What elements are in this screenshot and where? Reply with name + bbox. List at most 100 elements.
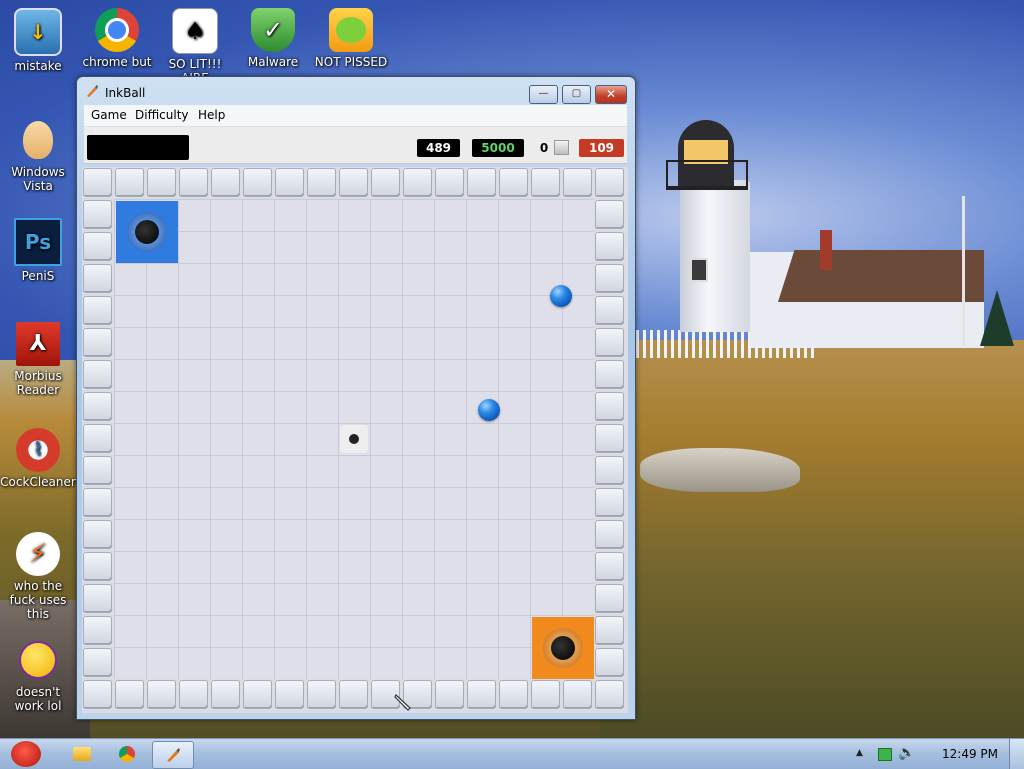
wall-tile [467, 680, 496, 709]
taskbar-inkball[interactable] [152, 741, 194, 769]
chrome-icon [119, 746, 135, 762]
wall-tile [595, 264, 624, 293]
wall-tile [83, 488, 112, 517]
wall-tile [83, 328, 112, 357]
game-board[interactable] [82, 167, 628, 713]
wallpaper-flagpole [962, 196, 965, 346]
desktop-icon-label: mistake [14, 59, 62, 73]
desktop-icon-not-pissed[interactable]: NOT PISSED [313, 8, 389, 69]
desktop-icon-morbius-reader[interactable]: ⅄ Morbius Reader [0, 322, 76, 397]
close-button[interactable]: ✕ [595, 85, 627, 104]
wall-tile [595, 296, 624, 325]
photoshop-icon: Ps [14, 218, 62, 266]
taskbar-explorer[interactable] [62, 741, 102, 767]
desktop-icon-label: NOT PISSED [314, 55, 388, 69]
egg-icon [16, 118, 60, 162]
wall-tile [595, 456, 624, 485]
wallpaper-roof [778, 250, 984, 302]
taskbar-chrome[interactable] [107, 741, 147, 767]
wall-tile [595, 232, 624, 261]
wall-tile [595, 584, 624, 613]
wallpaper-lighthouse [680, 180, 750, 332]
menu-bar: Game Difficulty Help [84, 105, 627, 127]
desktop-icon-cockcleaner[interactable]: ⌇ CockCleaner [0, 428, 76, 489]
pen-cursor-icon [394, 694, 411, 711]
explorer-folder-icon [73, 747, 91, 761]
menu-game[interactable]: Game [91, 108, 127, 122]
taskbar: ▲ 🔈 12:49 PM [0, 738, 1024, 769]
wall-tile [307, 680, 336, 709]
desktop-icon-label: CockCleaner [0, 475, 76, 489]
wall-tile [435, 168, 464, 197]
wallpaper-lighthouse-window [690, 258, 708, 282]
wall-tile [499, 168, 528, 197]
orange-hole [532, 617, 594, 679]
wall-tile [595, 168, 624, 197]
menu-difficulty[interactable]: Difficulty [135, 108, 189, 122]
system-tray: ▲ 🔈 12:49 PM [854, 739, 1024, 769]
inkball-window[interactable]: InkBall — ▢ ✕ Game Difficulty Help 489 5… [76, 76, 636, 720]
network-icon[interactable] [878, 748, 892, 761]
minimize-button[interactable]: — [529, 85, 558, 104]
pdf-reader-icon: ⅄ [16, 322, 60, 366]
maximize-button[interactable]: ▢ [562, 85, 591, 104]
desktop-icon-windows-vista[interactable]: Windows Vista [0, 118, 76, 193]
menu-help[interactable]: Help [198, 108, 225, 122]
status-toolbar: 489 5000 0 109 [84, 127, 627, 164]
wall-tile [339, 680, 368, 709]
wall-tile [339, 168, 368, 197]
desktop-icon-label: doesn't work lol [14, 685, 62, 713]
desktop-icon-label: PeniS [21, 269, 55, 283]
wall-tile [83, 360, 112, 389]
ball-queue-icon [554, 140, 569, 155]
wall-tile [595, 328, 624, 357]
desktop-icon-solitaire[interactable]: ♠ SO LIT!!! AIRE [157, 8, 233, 85]
desktop-icon-photoshop[interactable]: Ps PeniS [0, 218, 76, 283]
desktop-icon-chrome[interactable]: chrome but [79, 8, 155, 69]
solitaire-cards-icon: ♠ [172, 8, 218, 54]
wall-tile [531, 680, 560, 709]
wall-tile [83, 552, 112, 581]
wall-tile [595, 392, 624, 421]
wall-tile [563, 168, 592, 197]
wall-tile [83, 296, 112, 325]
wall-tile [595, 552, 624, 581]
tray-expand-icon[interactable]: ▲ [856, 748, 863, 758]
desktop-icon-yahoo[interactable]: doesn't work lol [0, 638, 76, 713]
window-title: InkBall [105, 86, 146, 100]
wall-tile [83, 392, 112, 421]
blue-ball [550, 285, 572, 307]
computer-monitor-icon: ↓ [14, 8, 62, 56]
desktop-icon-who-uses-this[interactable]: ⚡ who the fuck uses this [0, 532, 76, 621]
ball-spawner [340, 425, 368, 453]
volume-icon[interactable]: 🔈 [898, 745, 915, 761]
clock[interactable]: 12:49 PM [942, 747, 998, 761]
wall-tile [83, 584, 112, 613]
wall-tile [179, 680, 208, 709]
wall-tile [211, 680, 240, 709]
wall-tile [595, 648, 624, 677]
broom-cleaner-icon: ⌇ [16, 428, 60, 472]
chrome-icon [95, 8, 139, 52]
wall-tile [275, 168, 304, 197]
wall-tile [307, 168, 336, 197]
desktop-icon-malware[interactable]: ✓ Malware [235, 8, 311, 69]
desktop-icon-mistake[interactable]: ↓ mistake [0, 8, 76, 73]
show-desktop-button[interactable] [1009, 739, 1024, 769]
wall-tile [179, 168, 208, 197]
title-bar[interactable]: InkBall — ▢ ✕ [77, 77, 635, 107]
wall-tile [83, 200, 112, 229]
wall-tile [595, 424, 624, 453]
wall-tile [403, 168, 432, 197]
angry-pig-icon [329, 8, 373, 52]
start-button[interactable] [2, 741, 50, 767]
lightning-bolt-icon: ⚡ [16, 532, 60, 576]
wall-tile [275, 680, 304, 709]
wall-tile [595, 360, 624, 389]
wall-tile [595, 520, 624, 549]
wall-tile [371, 168, 400, 197]
desktop-icon-label: Windows Vista [11, 165, 65, 193]
timer-counter: 109 [579, 139, 624, 157]
wall-tile [83, 168, 112, 197]
yahoo-messenger-icon [16, 638, 60, 682]
